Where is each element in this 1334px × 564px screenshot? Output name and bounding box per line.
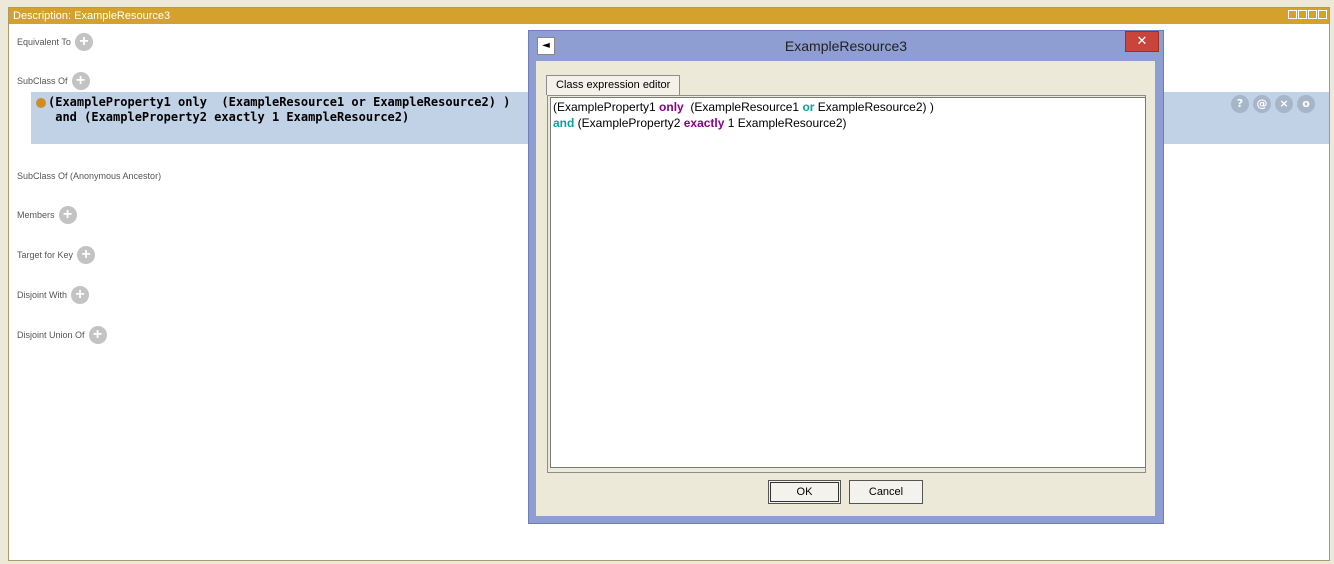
expression-line-1: (ExampleProperty1 only (ExampleResource1… (48, 95, 511, 109)
section-equivalent-to: Equivalent To + (17, 33, 93, 51)
add-disjoint-button[interactable]: + (71, 286, 90, 304)
explain-icon[interactable]: ? (1231, 95, 1249, 113)
keyword-only: only (659, 100, 684, 114)
section-label: Disjoint Union Of (17, 330, 85, 340)
editor-frame: (ExampleProperty1 only (ExampleResource1… (547, 95, 1146, 473)
add-disjoint-union-button[interactable]: + (88, 326, 107, 344)
section-members: Members + (17, 206, 77, 224)
section-disjoint-with: Disjoint With + (17, 286, 90, 304)
tab-class-expression-editor[interactable]: Class expression editor (546, 75, 681, 95)
keyword-exactly: exactly (683, 116, 725, 130)
expr-text: (ExampleResource1 (683, 100, 803, 114)
row-actions: ? @ × o (1231, 95, 1315, 113)
edit-icon[interactable]: o (1297, 95, 1315, 113)
panel-window-controls (1288, 10, 1327, 19)
section-subclass-of: SubClass Of + (17, 72, 90, 90)
expression-editor[interactable]: (ExampleProperty1 only (ExampleResource1… (550, 97, 1146, 468)
dialog-title-bar[interactable]: ◄ ExampleResource3 ✕ (529, 31, 1163, 61)
section-label: SubClass Of (17, 76, 68, 86)
expr-text: (ExampleProperty1 (553, 100, 660, 114)
delete-icon[interactable]: × (1275, 95, 1293, 113)
add-target-key-button[interactable]: + (77, 246, 96, 264)
bullet-icon (36, 98, 46, 108)
cancel-button[interactable]: Cancel (849, 480, 923, 504)
add-member-button[interactable]: + (58, 206, 77, 224)
section-label: Equivalent To (17, 37, 71, 47)
keyword-and: and (553, 116, 575, 130)
section-label: Members (17, 210, 55, 220)
add-equivalent-button[interactable]: + (74, 33, 93, 51)
expression-line-2: and (ExampleProperty2 exactly 1 ExampleR… (48, 110, 410, 124)
panel-minimize-icon[interactable] (1298, 10, 1307, 19)
section-label: SubClass Of (Anonymous Ancestor) (17, 171, 162, 181)
expr-text: ExampleResource2) ) (814, 100, 934, 114)
section-subclass-anonymous: SubClass Of (Anonymous Ancestor) (17, 171, 161, 181)
annotate-icon[interactable]: @ (1253, 95, 1271, 113)
expr-text: 1 ExampleResource2) (724, 116, 847, 130)
keyword-or: or (802, 100, 815, 114)
subclass-expression: (ExampleProperty1 only (ExampleResource1… (48, 95, 510, 125)
section-label: Disjoint With (17, 290, 68, 300)
add-subclass-button[interactable]: + (71, 72, 90, 90)
ok-button[interactable]: OK (768, 480, 841, 504)
panel-title-bar: Description: ExampleResource3 (9, 8, 1329, 24)
panel-close-icon[interactable] (1318, 10, 1327, 19)
class-expression-dialog: ◄ ExampleResource3 ✕ Class expression ed… (528, 30, 1164, 524)
expr-text: (ExampleProperty2 (574, 116, 684, 130)
section-disjoint-union-of: Disjoint Union Of + (17, 326, 107, 344)
dialog-title: ExampleResource3 (784, 38, 908, 54)
section-label: Target for Key (17, 250, 74, 260)
panel-split-icon[interactable] (1288, 10, 1297, 19)
section-target-for-key: Target for Key + (17, 246, 96, 264)
dialog-close-button[interactable]: ✕ (1125, 31, 1159, 52)
panel-title: Description: ExampleResource3 (13, 10, 171, 22)
panel-maximize-icon[interactable] (1308, 10, 1317, 19)
dialog-body: Class expression editor (ExampleProperty… (536, 61, 1155, 516)
